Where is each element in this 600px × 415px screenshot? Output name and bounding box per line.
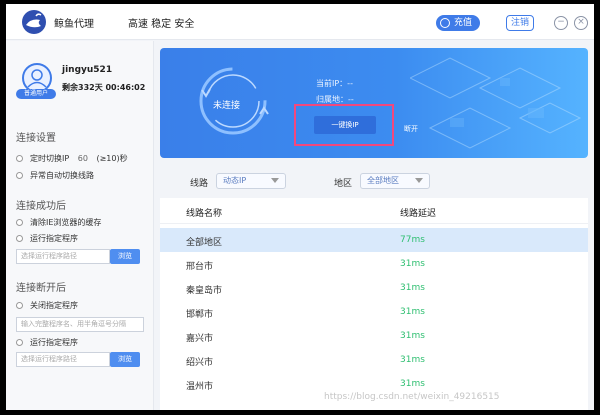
close-program-label: 关闭指定程序 (30, 301, 78, 310)
line-name: 嘉兴市 (186, 334, 214, 344)
auto-switch-radio[interactable] (16, 172, 23, 179)
line-name: 邢台市 (186, 262, 214, 272)
current-ip: 当前IP：-- (316, 79, 353, 88)
connection-panel: 未连接 当前IP：-- 归属地：-- 一键换IP 断开 (160, 48, 588, 158)
app-slogan: 高速 稳定 安全 (128, 19, 195, 30)
close-program-option[interactable]: 关闭指定程序 (16, 300, 78, 312)
table-row[interactable]: 秦皇岛市 31ms (160, 276, 588, 300)
browse-button[interactable]: 浏览 (110, 249, 140, 264)
switch-ip-button[interactable]: 一键换IP (314, 116, 376, 134)
line-name: 秦皇岛市 (186, 286, 223, 296)
line-label: 线路 (190, 179, 209, 189)
run-program-2-radio[interactable] (16, 339, 23, 346)
table-row[interactable]: 绍兴市 31ms (160, 348, 588, 372)
line-latency: 31ms (400, 379, 425, 389)
line-latency: 31ms (400, 331, 425, 341)
minimize-icon[interactable]: − (554, 16, 568, 30)
timed-switch-value[interactable]: 60 (78, 154, 88, 163)
line-select[interactable]: 动态IP (216, 173, 286, 189)
remaining-time: 剩余332天 00:46:02 (62, 83, 146, 92)
clear-ie-cache-label: 清除IE浏览器的缓存 (30, 218, 102, 227)
recharge-label: 充值 (454, 18, 473, 28)
app-title: 鲸鱼代理 (54, 19, 94, 30)
titlebar: 鲸鱼代理 高速 稳定 安全 充值 注销 − × (6, 4, 594, 40)
run-program-label: 运行指定程序 (30, 234, 78, 243)
screenshot-frame: 鲸鱼代理 高速 稳定 安全 充值 注销 − × 普通用户 jingyu521 剩… (0, 0, 600, 415)
line-latency: 31ms (400, 307, 425, 317)
username: jingyu521 (62, 65, 113, 75)
recharge-icon (440, 18, 450, 28)
filter-bar: 线路 动态IP 地区 全部地区 (160, 172, 588, 192)
recharge-button[interactable]: 充值 (436, 15, 480, 31)
program-path-input-2[interactable]: 选择运行程序路径 (16, 352, 110, 367)
decorative-cubes (410, 57, 582, 149)
clear-ie-cache-option[interactable]: 清除IE浏览器的缓存 (16, 217, 101, 229)
app-window: 鲸鱼代理 高速 稳定 安全 充值 注销 − × 普通用户 jingyu521 剩… (6, 4, 594, 410)
chevron-down-icon (271, 178, 279, 183)
run-program-option[interactable]: 运行指定程序 (16, 233, 78, 245)
connection-status: 未连接 (213, 101, 241, 111)
whale-logo-icon (22, 10, 46, 34)
line-latency: 31ms (400, 355, 425, 365)
user-icon (27, 69, 47, 88)
run-program-2-option[interactable]: 运行指定程序 (16, 337, 78, 349)
logout-button[interactable]: 注销 (506, 15, 534, 31)
line-latency: 31ms (400, 283, 425, 293)
table-row[interactable]: 嘉兴市 31ms (160, 324, 588, 348)
close-program-input[interactable]: 输入完整程序名、用半角逗号分隔 (16, 317, 144, 332)
line-latency: 31ms (400, 259, 425, 269)
chevron-down-icon (415, 178, 423, 183)
header-line-name: 线路名称 (186, 209, 223, 219)
settings-sidebar: 普通用户 jingyu521 剩余332天 00:46:02 连接设置 定时切换… (6, 41, 154, 410)
run-program-radio[interactable] (16, 235, 23, 242)
close-program-radio[interactable] (16, 302, 23, 309)
timed-switch-option[interactable]: 定时切换IP 60 (≥10)秒 (16, 153, 128, 165)
section-after-connect: 连接成功后 (16, 201, 66, 212)
program-path-input[interactable]: 选择运行程序路径 (16, 249, 110, 264)
timed-switch-label: 定时切换IP (30, 154, 70, 163)
table-row[interactable]: 全部地区 77ms (160, 228, 588, 252)
section-after-disconnect: 连接断开后 (16, 283, 66, 294)
table-row[interactable]: 邯郸市 31ms (160, 300, 588, 324)
browse-button-2[interactable]: 浏览 (110, 352, 140, 367)
region-label: 地区 (334, 179, 353, 189)
line-select-value: 动态IP (223, 176, 247, 185)
user-level-badge: 普通用户 (16, 89, 56, 99)
run-program-2-label: 运行指定程序 (30, 338, 78, 347)
table-header: 线路名称 线路延迟 (160, 198, 588, 224)
header-latency: 线路延迟 (400, 209, 437, 219)
line-latency: 77ms (400, 235, 425, 245)
line-name: 邯郸市 (186, 310, 214, 320)
region-select-value: 全部地区 (367, 176, 399, 185)
auto-switch-option[interactable]: 异常自动切换线路 (16, 170, 94, 182)
clear-ie-cache-radio[interactable] (16, 219, 23, 226)
auto-switch-label: 异常自动切换线路 (30, 171, 94, 180)
region-select[interactable]: 全部地区 (360, 173, 430, 189)
section-connect-settings: 连接设置 (16, 133, 56, 144)
line-table: 线路名称 线路延迟 全部地区 77ms 邢台市 31ms 秦皇岛市 31ms 邯郸市 31ms… (160, 198, 588, 410)
close-icon[interactable]: × (574, 16, 588, 30)
table-row[interactable]: 邢台市 31ms (160, 252, 588, 276)
timed-switch-suffix: (≥10)秒 (96, 154, 128, 163)
timed-switch-radio[interactable] (16, 155, 23, 162)
disconnect-button[interactable]: 断开 (404, 124, 418, 134)
watermark: https://blog.csdn.net/weixin_49216515 (324, 392, 500, 402)
line-name: 绍兴市 (186, 358, 214, 368)
line-name: 全部地区 (186, 238, 223, 248)
line-name: 温州市 (186, 382, 214, 392)
